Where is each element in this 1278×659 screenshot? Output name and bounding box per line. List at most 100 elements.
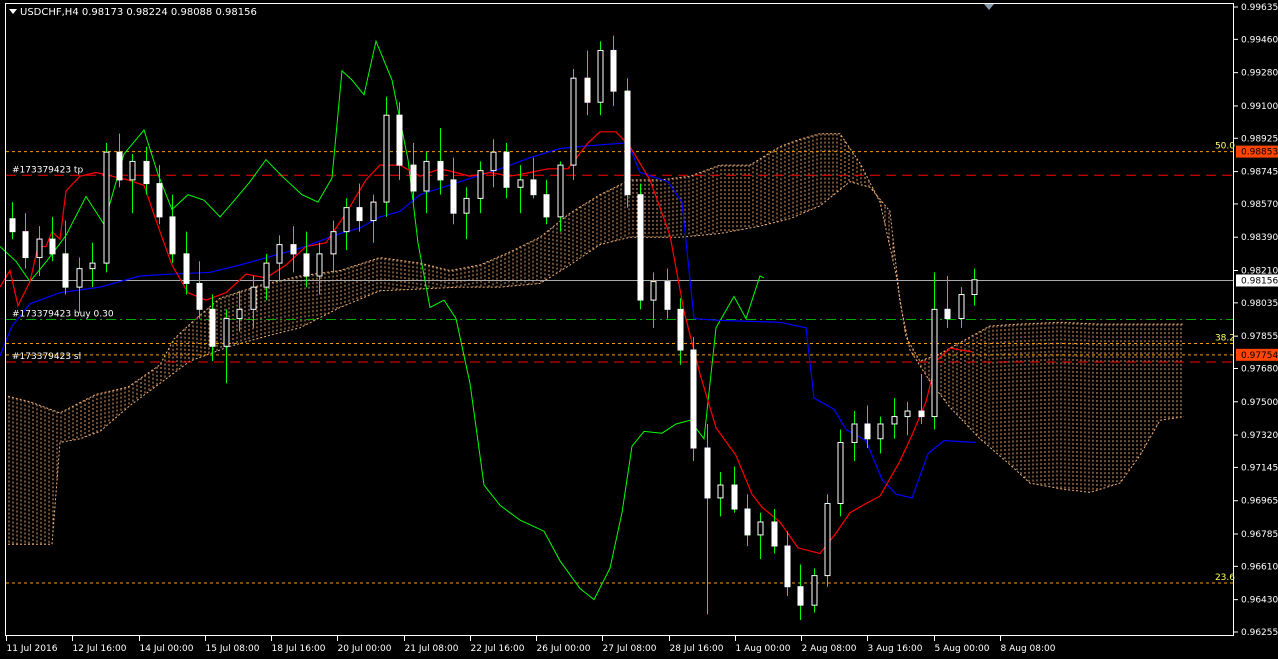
- fibo-label: 38.2: [1215, 334, 1235, 344]
- candle-body: [704, 447, 711, 499]
- candle-body: [918, 410, 925, 418]
- price-tick-label: 0.96430: [1241, 596, 1278, 606]
- candle-body: [864, 423, 871, 440]
- candle-body: [89, 262, 96, 270]
- fibo-label: 50.0: [1215, 142, 1235, 152]
- candle-body: [276, 244, 283, 264]
- time-tick-label: 2 Aug 08:00: [802, 644, 857, 654]
- candle-body: [463, 197, 470, 214]
- candle-body: [223, 318, 230, 347]
- buy-order-label: #173379423 buy 0.30: [12, 310, 114, 320]
- candle-body: [530, 179, 537, 196]
- candle-body: [891, 416, 898, 425]
- candle-body: [303, 253, 310, 277]
- candle-body: [690, 349, 697, 449]
- candle-body: [343, 207, 350, 233]
- time-tick-label: 5 Aug 00:00: [935, 644, 990, 654]
- candle-body: [624, 90, 631, 196]
- price-tick-label: 0.99460: [1241, 35, 1278, 45]
- price-tick-label: 0.96785: [1241, 530, 1278, 540]
- time-tick-label: 20 Jul 00:00: [338, 644, 392, 654]
- candle-body: [129, 160, 136, 181]
- candle-body: [877, 423, 884, 440]
- candle-body: [263, 262, 270, 288]
- candle-body: [209, 308, 216, 347]
- time-tick-label: 28 Jul 16:00: [670, 644, 724, 654]
- tp-order-label: #173379423 tp: [12, 165, 83, 175]
- time-tick-label: 15 Jul 08:00: [206, 644, 260, 654]
- price-tick-label: 0.96610: [1241, 562, 1278, 572]
- candle-body: [771, 521, 778, 547]
- candle-body: [958, 294, 965, 320]
- candle-body: [717, 484, 724, 499]
- candle-body: [36, 238, 43, 259]
- sl-price-label: 0.97754: [1241, 351, 1278, 361]
- candle-body: [744, 508, 751, 536]
- price-tick-label: 0.97680: [1241, 365, 1278, 375]
- candle-body: [250, 286, 257, 310]
- price-tick-label: 0.97320: [1241, 431, 1278, 441]
- time-tick-label: 14 Jul 00:00: [140, 644, 194, 654]
- candle-body: [62, 253, 69, 288]
- price-tick-label: 0.98570: [1241, 200, 1278, 210]
- fibo-label: 23.6: [1215, 573, 1235, 583]
- candle-body: [9, 218, 16, 233]
- time-tick-label: 22 Jul 16:00: [471, 644, 525, 654]
- price-tick-label: 0.99100: [1241, 102, 1278, 112]
- time-tick-label: 26 Jul 00:00: [537, 644, 591, 654]
- price-tick-label: 0.98745: [1241, 168, 1278, 178]
- candle-body: [437, 160, 444, 181]
- candle-body: [396, 114, 403, 166]
- candle-body: [196, 282, 203, 310]
- price-tick-label: 0.96965: [1241, 497, 1278, 507]
- price-tick-label: 0.98035: [1241, 299, 1278, 309]
- candle-body: [584, 77, 591, 103]
- price-chart[interactable]: 0.99635 0.99460 0.99280 0.99100 0.98925 0.987…: [0, 0, 1278, 659]
- time-tick-label: 11 Jul 2016: [7, 644, 58, 654]
- candle-body: [183, 253, 190, 284]
- candle-body: [797, 586, 804, 606]
- candle-body: [570, 77, 577, 166]
- time-tick-label: 8 Aug 08:00: [1001, 644, 1056, 654]
- price-tick-label: 0.98390: [1241, 233, 1278, 243]
- candle-body: [610, 49, 617, 92]
- candle-body: [931, 308, 938, 418]
- candle-body: [370, 201, 377, 222]
- candle-body: [517, 179, 524, 188]
- candle-body: [116, 151, 123, 181]
- candle-body: [597, 49, 604, 103]
- candle-body: [383, 114, 390, 203]
- candle-body: [290, 244, 297, 255]
- candle-body: [316, 253, 323, 277]
- time-tick-label: 27 Jul 08:00: [603, 644, 657, 654]
- candle-body: [169, 216, 176, 255]
- candle-body: [76, 268, 83, 288]
- symbol-info: USDCHF,H4 0.98173 0.98224 0.98088 0.9815…: [20, 7, 257, 18]
- candle-body: [664, 281, 671, 310]
- candle-body: [543, 194, 550, 218]
- candle-body: [103, 151, 110, 264]
- candle-body: [143, 160, 150, 185]
- price-tick-label: 0.97145: [1241, 463, 1278, 473]
- price-tick-label: 0.99635: [1241, 3, 1278, 13]
- candle-body: [904, 410, 911, 418]
- price-tick-label: 0.96255: [1241, 628, 1278, 638]
- candle-body: [22, 231, 29, 259]
- tp-price-label: 0.98853: [1241, 148, 1278, 158]
- price-tick-label: 0.97855: [1241, 332, 1278, 342]
- candle-body: [450, 179, 457, 214]
- candle-body: [811, 575, 818, 606]
- candle-body: [837, 441, 844, 504]
- candle-body: [156, 183, 163, 218]
- candle-body: [784, 545, 791, 588]
- candle-body: [49, 238, 56, 255]
- candle-body: [971, 279, 978, 296]
- time-tick-label: 1 Aug 00:00: [736, 644, 791, 654]
- candle-body: [677, 308, 684, 351]
- time-tick-label: 18 Jul 16:00: [272, 644, 326, 654]
- candle-body: [503, 151, 510, 188]
- current-price-label: 0.98156: [1241, 276, 1278, 286]
- candle-body: [356, 207, 363, 222]
- candle-body: [423, 160, 430, 192]
- price-tick-label: 0.99280: [1241, 69, 1278, 79]
